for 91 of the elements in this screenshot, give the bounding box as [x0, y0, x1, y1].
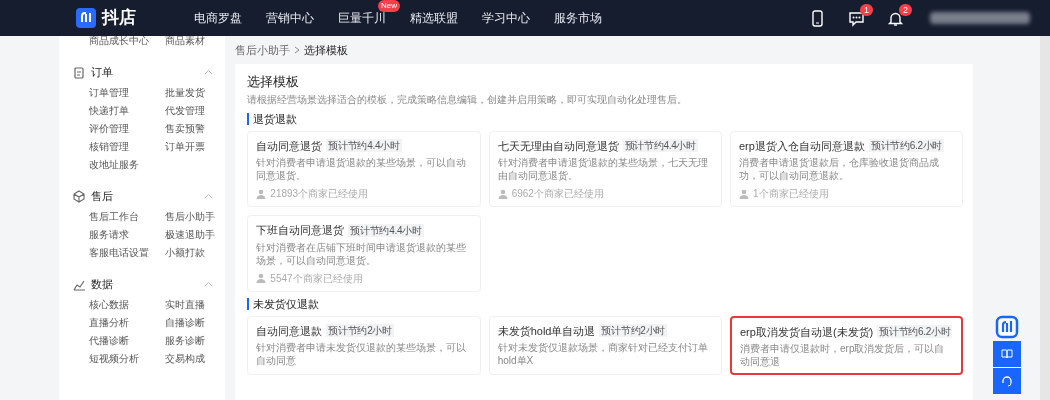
- person-icon: [256, 273, 267, 283]
- sidebar-item[interactable]: 订单管理: [89, 84, 154, 102]
- group-title: 退货退款: [247, 112, 964, 125]
- sidebar-item[interactable]: 批量发货: [165, 84, 226, 102]
- person-icon: [256, 188, 267, 199]
- clipboard-icon: [73, 65, 86, 79]
- template-card[interactable]: 自动同意退款 预计节约2小时 针对消费者申请未发货仅退款的某些场景，可以自动同意: [247, 315, 481, 375]
- support-button[interactable]: [992, 368, 1021, 394]
- nav-link[interactable]: 精选联盟: [410, 9, 458, 27]
- template-card[interactable]: 未发货hold单自动退 预计节约2小时 针对未发货仅退款场景，商家针对已经支付订单hold单X: [488, 315, 722, 375]
- sidebar-item[interactable]: 核销管理: [89, 138, 154, 156]
- time-saved-tag: 预计节约2小时: [599, 324, 667, 338]
- group-title: 未发货仅退款: [247, 297, 964, 310]
- logo-icon[interactable]: [76, 8, 96, 28]
- template-title: erp取消发货自动退(未发货): [740, 324, 874, 340]
- book-button[interactable]: [992, 341, 1021, 367]
- nav-link[interactable]: 营销中心: [266, 9, 314, 27]
- new-badge: New: [378, 0, 400, 12]
- template-card[interactable]: erp退货入仓自动同意退款 预计节约6.2小时 消费者申请退货退款后，仓库验收退货商品成功，可以自动同意退款。 1个商家已经使用: [730, 130, 964, 207]
- template-title: 自动同意退款: [256, 323, 323, 339]
- person-icon: [497, 188, 508, 199]
- usage-count: 1个商家已经使用: [753, 187, 829, 201]
- sidebar-item[interactable]: 实时直播: [165, 296, 226, 314]
- sidebar-item[interactable]: 客服电话设置: [89, 244, 154, 262]
- template-description: 针对未发货仅退款场景，商家针对已经支付订单hold单X: [497, 341, 709, 367]
- count-badge: 2: [899, 3, 912, 16]
- template-description: 针对消费者申请退货退款的某些场景，可以自动同意退货。: [256, 156, 468, 182]
- sidebar-item[interactable]: 极速退助手: [165, 226, 226, 244]
- template-description: 消费者申请仅退款时，erp取消发货后，可以自动同意退: [740, 342, 946, 368]
- person-icon: [739, 188, 749, 199]
- template-description: 针对消费者申请未发货仅退款的某些场景，可以自动同意: [256, 341, 468, 367]
- sidebar-item[interactable]: 短视频分析: [89, 350, 154, 368]
- time-saved-tag: 预计节约4.4小时: [348, 223, 424, 237]
- template-description: 针对消费者申请退货退款的某些场景，七天无理由自动同意退货。: [497, 156, 709, 182]
- template-card[interactable]: 自动同意退货 预计节约4.4小时 针对消费者申请退货退款的某些场景，可以自动同意退货。 21893个商家已经使用: [247, 130, 481, 207]
- sidebar-item[interactable]: 服务诊断: [165, 332, 226, 350]
- page-subtitle: 请根据经营场景选择适合的模板，完成策略信息编辑，创建并启用策略，即可实现自动化处理售后。: [247, 92, 689, 107]
- sidebar-item[interactable]: 自播诊断: [165, 314, 226, 332]
- sidebar-item[interactable]: 核心数据: [89, 296, 154, 314]
- sidebar-item[interactable]: 快递打单: [89, 102, 154, 120]
- page-title: 选择模板: [247, 73, 301, 91]
- sidebar-item[interactable]: 商品素材: [165, 36, 226, 50]
- sidebar-item[interactable]: 订单开票: [165, 138, 226, 156]
- count-badge: 1: [860, 3, 873, 16]
- template-title: 七天无理由自动同意退货: [497, 138, 619, 154]
- template-title: 未发货hold单自动退: [497, 323, 596, 339]
- template-card[interactable]: 下班自动同意退货 预计节约4.4小时 针对消费者在店铺下班时间申请退货退款的某些场景，可以自动同意退货。 5547个商家已经使用: [247, 215, 481, 292]
- sidebar-item[interactable]: 服务请求: [89, 226, 154, 244]
- template-title: 下班自动同意退货: [256, 223, 345, 238]
- chevron-right-icon: [294, 46, 301, 54]
- section-title[interactable]: 订单: [91, 63, 205, 81]
- nav-link[interactable]: 学习中心: [482, 9, 530, 27]
- breadcrumb-link[interactable]: 售后小助手: [235, 41, 291, 59]
- time-saved-tag: 预计节约4.4小时: [622, 139, 698, 153]
- usage-count: 5547个商家已经使用: [270, 271, 363, 286]
- sidebar-item[interactable]: 售后小助手: [165, 208, 226, 226]
- time-saved-tag: 预计节约6.2小时: [868, 139, 945, 153]
- sidebar-item[interactable]: 代发管理: [165, 102, 226, 120]
- template-title: 自动同意退货: [256, 138, 323, 154]
- logo-text[interactable]: 抖店: [102, 5, 136, 31]
- sidebar-item[interactable]: 小额打款: [165, 244, 226, 262]
- nav-link[interactable]: 巨量千川: [338, 9, 386, 27]
- sidebar-item[interactable]: 评价管理: [89, 120, 154, 138]
- time-saved-tag: 预计节约4.4小时: [326, 139, 402, 153]
- template-description: 消费者申请退货退款后，仓库验收退货商品成功，可以自动同意退款。: [739, 156, 940, 182]
- nav-link[interactable]: 服务市场: [554, 9, 602, 27]
- phone-icon[interactable]: [809, 9, 826, 27]
- sidebar-item[interactable]: 直播分析: [89, 314, 154, 332]
- usage-count: 21893个商家已经使用: [270, 187, 369, 201]
- section-title[interactable]: 数据: [91, 275, 205, 293]
- usage-count: 6962个商家已经使用: [511, 187, 604, 201]
- message-icon[interactable]: [848, 9, 865, 27]
- cube-icon: [73, 189, 86, 203]
- sidebar-item[interactable]: 售后工作台: [89, 208, 154, 226]
- sidebar-item[interactable]: 改地址服务: [89, 156, 154, 174]
- headset-icon: [1000, 375, 1013, 387]
- time-saved-tag: 预计节约6.2小时: [877, 325, 953, 339]
- breadcrumb-current: 选择模板: [304, 42, 349, 58]
- template-card[interactable]: erp取消发货自动退(未发货) 预计节约6.2小时 消费者申请仅退款时，erp取消发货后，可以自动同意退: [730, 315, 964, 375]
- sidebar-item[interactable]: 商品成长中心: [89, 36, 154, 50]
- section-title[interactable]: 售后: [91, 187, 205, 205]
- sidebar-item[interactable]: 交易构成: [165, 350, 226, 368]
- sidebar-item[interactable]: 售卖预警: [165, 120, 226, 138]
- template-description: 针对消费者在店铺下班时间申请退货退款的某些场景，可以自动同意退货。: [256, 240, 468, 267]
- template-title: erp退货入仓自动同意退款: [739, 138, 865, 154]
- sidebar-item[interactable]: 代播诊断: [89, 332, 154, 350]
- nav-link[interactable]: 电商罗盘: [194, 9, 242, 27]
- time-saved-tag: 预计节约2小时: [326, 324, 394, 338]
- scrollbar-track[interactable]: [1040, 36, 1050, 400]
- template-card[interactable]: 七天无理由自动同意退货 预计节约4.4小时 针对消费者申请退货退款的某些场景，七天无理由自动同意退货。 6962个商家已经使用: [488, 130, 722, 207]
- book-icon: [1000, 349, 1013, 359]
